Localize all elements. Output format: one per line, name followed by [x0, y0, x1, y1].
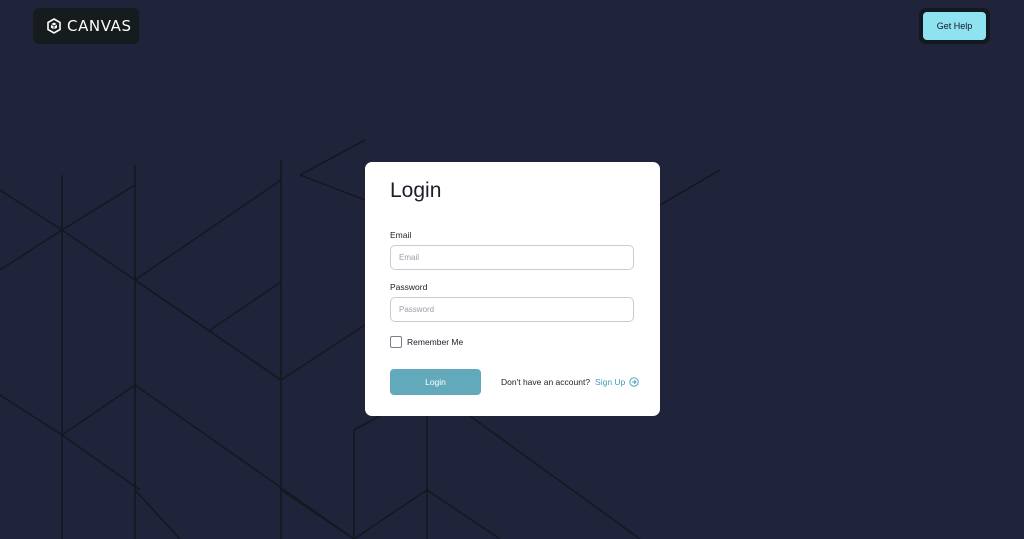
email-field[interactable]: [390, 245, 634, 270]
remember-me-label: Remember Me: [407, 337, 464, 347]
password-label: Password: [390, 282, 428, 292]
login-card: Login Email Password Remember Me Login D…: [365, 162, 660, 416]
password-field[interactable]: [390, 297, 634, 322]
signup-prompt: Don't have an account?: [501, 377, 591, 387]
signup-row: Don't have an account? Sign Up: [501, 377, 639, 387]
logo-text: CANVAS: [67, 17, 132, 35]
get-help-label: Get Help: [923, 12, 986, 40]
remember-me-checkbox[interactable]: [390, 336, 402, 348]
page-title: Login: [390, 179, 442, 202]
remember-me-row: Remember Me: [390, 336, 463, 348]
sign-up-link[interactable]: Sign Up: [595, 377, 625, 387]
hexagon-cube-icon: [47, 18, 61, 34]
circle-arrow-right-icon[interactable]: [629, 377, 639, 387]
get-help-button[interactable]: Get Help: [919, 8, 990, 44]
login-button[interactable]: Login: [390, 369, 481, 395]
email-label: Email: [390, 230, 412, 240]
canvas-logo[interactable]: CANVAS: [33, 8, 139, 44]
